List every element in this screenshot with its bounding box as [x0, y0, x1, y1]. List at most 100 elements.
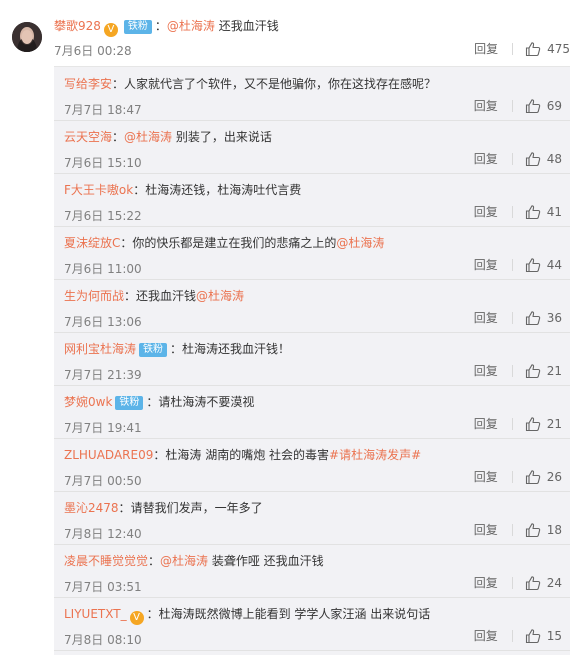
- colon: ：: [146, 395, 159, 409]
- reply-button[interactable]: 回复: [474, 362, 498, 379]
- reply-username[interactable]: 梦婉0wk: [64, 395, 112, 409]
- reply-line: 写给李安：人家就代言了个软件，又不是他骗你，你在这找存在感呢？: [64, 76, 436, 92]
- divider: [511, 576, 513, 589]
- reply-time: 7月7日 00:50: [64, 474, 142, 488]
- reply-item: 写给李安：人家就代言了个软件，又不是他骗你，你在这找存在感呢？ 7月7日 18:4…: [54, 67, 570, 121]
- like-count: 475: [547, 41, 570, 56]
- fan-badge[interactable]: 铁粉: [123, 20, 152, 34]
- reply-time: 7月8日 08:10: [64, 633, 142, 647]
- comment-username[interactable]: 攀歌928: [54, 19, 101, 33]
- reply-line: 网利宝杜海涛 铁粉 ：杜海涛还我血汗钱！: [64, 341, 290, 357]
- mention-link[interactable]: @杜海涛: [160, 554, 208, 568]
- thumbs-up-icon[interactable]: [525, 98, 541, 114]
- reply-item: 云天空海：@杜海涛 别装了，出来说话 7月6日 15:10 回复 48: [54, 120, 570, 174]
- thumbs-up-icon[interactable]: [525, 310, 541, 326]
- mention-link[interactable]: @杜海涛: [336, 236, 384, 250]
- like-count: 48: [546, 151, 562, 166]
- fan-badge[interactable]: 铁粉: [139, 343, 168, 357]
- reply-actions: 回复 48: [474, 150, 562, 167]
- reply-item: 梦婉0wk 铁粉 ：请杜海涛不要漠视 7月7日 19:41 回复 21: [54, 385, 570, 439]
- fan-badge[interactable]: 铁粉: [115, 396, 144, 410]
- reply-actions: 回复 26: [474, 468, 562, 485]
- reply-item: LIYUETXT_ V ：杜海涛既然微博上能看到 学学人家汪涵 出来说句话 7月8日 …: [54, 597, 570, 651]
- reply-time: 7月6日 15:22: [64, 209, 142, 223]
- thumbs-up-icon[interactable]: [525, 628, 541, 644]
- reply-username[interactable]: ZLHUADARE09: [64, 448, 153, 462]
- colon: ：: [120, 236, 133, 250]
- reply-line: F大王卡嗷ok：杜海涛还钱，杜海涛吐代言费: [64, 182, 301, 198]
- thumbs-up-icon[interactable]: [525, 41, 541, 57]
- divider: [511, 99, 513, 112]
- verified-v-icon: V: [129, 611, 144, 625]
- reply-actions: 回复 41: [474, 203, 562, 220]
- reply-button[interactable]: 回复: [474, 97, 498, 114]
- like-count: 21: [546, 416, 562, 431]
- reply-item: 凌晨不睡觉觉觉：@杜海涛 装聋作哑 还我血汗钱 7月7日 03:51 回复 24: [54, 544, 570, 598]
- mention-link[interactable]: @杜海涛: [196, 289, 244, 303]
- reply-username[interactable]: LIYUETXT_: [64, 607, 127, 621]
- divider: [511, 205, 513, 218]
- mention-link[interactable]: @杜海涛: [124, 130, 172, 144]
- thumbs-up-icon[interactable]: [525, 257, 541, 273]
- reply-username[interactable]: 凌晨不睡觉觉觉: [64, 554, 148, 568]
- reply-button[interactable]: 回复: [474, 256, 498, 273]
- reply-username[interactable]: 夏沫绽放C: [64, 236, 120, 250]
- reply-time: 7月6日 13:06: [64, 315, 142, 329]
- colon: ：: [148, 554, 161, 568]
- reply-line: 梦婉0wk 铁粉 ：请杜海涛不要漠视: [64, 394, 254, 410]
- reply-button[interactable]: 回复: [474, 468, 498, 485]
- thumbs-up-icon[interactable]: [525, 363, 541, 379]
- divider: [511, 417, 513, 430]
- reply-button[interactable]: 回复: [474, 40, 498, 57]
- reply-time: 7月7日 18:47: [64, 103, 142, 117]
- reply-time: 7月6日 15:10: [64, 156, 142, 170]
- reply-button[interactable]: 回复: [474, 150, 498, 167]
- reply-line: 夏沫绽放C：你的快乐都是建立在我们的悲痛之上的@杜海涛: [64, 235, 384, 251]
- reply-username[interactable]: 墨沁2478: [64, 501, 119, 515]
- reply-text: 杜海涛还钱，杜海涛吐代言费: [145, 183, 302, 197]
- divider: [511, 470, 513, 483]
- thumbs-up-icon[interactable]: [525, 204, 541, 220]
- reply-username[interactable]: 生为何而战: [64, 289, 124, 303]
- reply-item: F大王卡嗷ok：杜海涛还钱，杜海涛吐代言费 7月6日 15:22 回复 41: [54, 173, 570, 227]
- like-count: 26: [546, 469, 562, 484]
- colon: ：: [153, 448, 166, 462]
- reply-button[interactable]: 回复: [474, 203, 498, 220]
- reply-button[interactable]: 回复: [474, 521, 498, 538]
- reply-text: 你的快乐都是建立在我们的悲痛之上的: [132, 236, 337, 250]
- colon: ：: [112, 77, 125, 91]
- like-count: 69: [546, 98, 562, 113]
- reply-time: 7月6日 11:00: [64, 262, 142, 276]
- colon: ：: [112, 130, 125, 144]
- reply-line: 生为何而战：还我血汗钱@杜海涛: [64, 288, 244, 304]
- reply-line: 凌晨不睡觉觉觉：@杜海涛 装聋作哑 还我血汗钱: [64, 553, 324, 569]
- thumbs-up-icon[interactable]: [525, 416, 541, 432]
- reply-actions: 回复 15: [474, 627, 562, 644]
- reply-username[interactable]: 网利宝杜海涛: [64, 342, 136, 356]
- divider: [511, 364, 513, 377]
- divider: [511, 311, 513, 324]
- reply-text: 杜海涛 湖南的嘴炮 社会的毒害: [165, 448, 330, 462]
- divider: [511, 152, 513, 165]
- reply-button[interactable]: 回复: [474, 309, 498, 326]
- mention-link[interactable]: @杜海涛: [167, 19, 215, 33]
- thumbs-up-icon[interactable]: [525, 151, 541, 167]
- reply-username[interactable]: F大王卡嗷ok: [64, 183, 133, 197]
- reply-text: 装聋作哑 还我血汗钱: [208, 554, 324, 568]
- main-comment: 攀歌928 V 铁粉 ：@杜海涛 还我血汗钱 7月6日 00:28 回复 475: [0, 0, 582, 64]
- thumbs-up-icon[interactable]: [525, 575, 541, 591]
- reply-username[interactable]: 写给李安: [64, 77, 112, 91]
- reply-item: ZLHUADARE09：杜海涛 湖南的嘴炮 社会的毒害#请杜海涛发声# 7月7日 …: [54, 438, 570, 492]
- mention-link[interactable]: #请杜海涛发声#: [329, 448, 421, 462]
- avatar[interactable]: [12, 22, 42, 52]
- reply-actions: 回复 21: [474, 362, 562, 379]
- reply-button[interactable]: 回复: [474, 415, 498, 432]
- comment-actions: 回复 475: [474, 40, 570, 57]
- reply-button[interactable]: 回复: [474, 574, 498, 591]
- thumbs-up-icon[interactable]: [525, 522, 541, 538]
- reply-username[interactable]: 云天空海: [64, 130, 112, 144]
- reply-button[interactable]: 回复: [474, 627, 498, 644]
- thumbs-up-icon[interactable]: [525, 469, 541, 485]
- reply-line: 云天空海：@杜海涛 别装了，出来说话: [64, 129, 272, 145]
- reply-text: 请替我们发声，一年多了: [130, 501, 263, 515]
